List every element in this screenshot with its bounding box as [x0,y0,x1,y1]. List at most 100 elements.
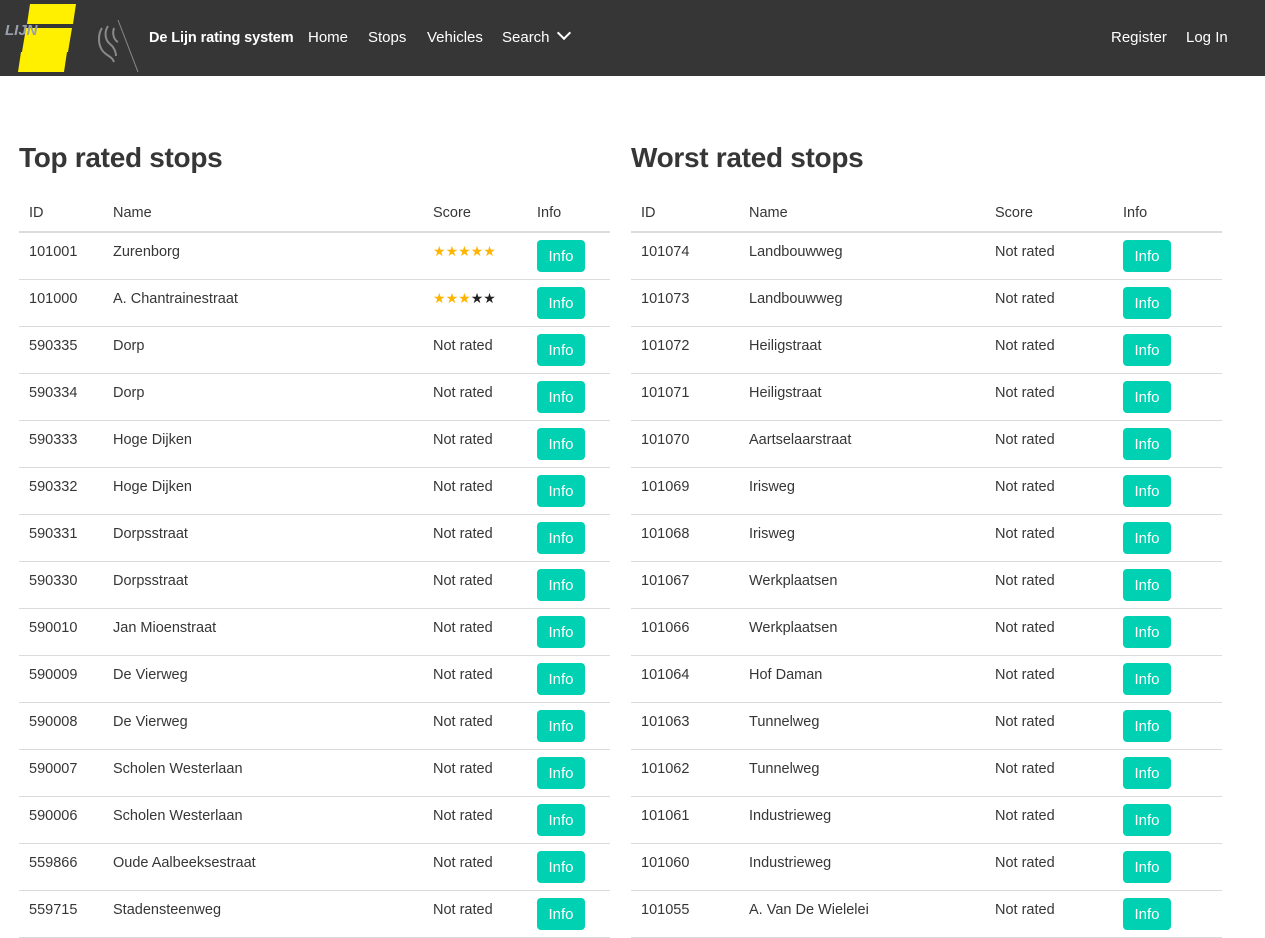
info-button[interactable]: Info [537,428,585,460]
info-button[interactable]: Info [1123,428,1171,460]
stop-name-cell: Irisweg [739,514,985,562]
star-icon: ★ [458,243,471,259]
stop-score: Not rated [995,808,1055,824]
table-row: 590334 Dorp Not rated Info [19,373,610,421]
stop-score-cell: Not rated [423,702,527,750]
de-lijn-logo[interactable]: LIJN [0,0,80,76]
stop-id: 101060 [641,855,690,871]
stop-score-cell: Not rated [423,420,527,468]
info-button[interactable]: Info [1123,616,1171,648]
stop-name: Oude Aalbeeksestraat [113,855,256,871]
stop-score: Not rated [995,432,1055,448]
info-button[interactable]: Info [1123,757,1171,789]
stop-score: Not rated [433,385,493,401]
info-button[interactable]: Info [1123,804,1171,836]
info-button[interactable]: Info [1123,475,1171,507]
nav-search-dropdown[interactable]: Search [502,25,571,49]
info-button[interactable]: Info [537,663,585,695]
info-button[interactable]: Info [537,757,585,789]
info-button[interactable]: Info [1123,381,1171,413]
info-button[interactable]: Info [1123,710,1171,742]
table-row: 101000 A. Chantrainestraat ★★★★★ Info [19,279,610,327]
stop-id-cell: 590009 [19,655,103,703]
info-button[interactable]: Info [537,240,585,272]
stop-score-cell: Not rated [985,749,1113,797]
stop-id: 590333 [29,432,78,448]
info-button[interactable]: Info [537,334,585,366]
info-button[interactable]: Info [537,804,585,836]
info-button[interactable]: Info [1123,663,1171,695]
info-button[interactable]: Info [537,898,585,930]
stop-info-cell: Info [1113,467,1222,515]
stop-score-cell: ★★★★★ [423,279,527,327]
stop-name: Irisweg [749,479,795,495]
stop-info-cell: Info [527,702,610,750]
stop-info-cell: Info [1113,796,1222,844]
info-button[interactable]: Info [537,381,585,413]
info-button[interactable]: Info [1123,851,1171,883]
table-row: 559715 Stadensteenweg Not rated Info [19,890,610,938]
top-rated-panel: Top rated stops ID Name Score Info 10100… [19,140,610,938]
stop-id-cell: 101066 [631,608,739,656]
info-button[interactable]: Info [1123,522,1171,554]
nav-login[interactable]: Log In [1186,27,1228,49]
stop-score: Not rated [433,761,493,777]
stop-id-cell: 101067 [631,561,739,609]
stop-info-cell: Info [527,608,610,656]
stop-score: Not rated [995,526,1055,542]
info-button[interactable]: Info [1123,287,1171,319]
nav-stops[interactable]: Stops [368,27,406,49]
nav-home[interactable]: Home [308,27,348,49]
worst-rated-panel: Worst rated stops ID Name Score Info 101… [631,140,1222,938]
info-button[interactable]: Info [1123,334,1171,366]
stop-id-cell: 590006 [19,796,103,844]
table-row: 101064 Hof Daman Not rated Info [631,655,1222,703]
info-button[interactable]: Info [1123,240,1171,272]
stop-score: Not rated [995,667,1055,683]
stop-name-cell: A. Chantrainestraat [103,279,423,327]
star-icon: ★ [445,290,459,306]
stop-score-cell: Not rated [985,796,1113,844]
stop-name-cell: Zurenborg [103,232,423,280]
stop-score-cell: Not rated [985,843,1113,891]
nav-register[interactable]: Register [1111,27,1167,49]
stop-score-cell: Not rated [985,561,1113,609]
stop-name-cell: Hof Daman [739,655,985,703]
info-button[interactable]: Info [537,616,585,648]
stop-name-cell: Tunnelweg [739,749,985,797]
stop-id: 101063 [641,714,690,730]
info-button[interactable]: Info [537,475,585,507]
stop-name-cell: Hoge Dijken [103,420,423,468]
info-button[interactable]: Info [537,522,585,554]
stop-info-cell: Info [1113,420,1222,468]
stop-id-cell: 559866 [19,843,103,891]
stop-id: 590006 [29,808,78,824]
brand-link[interactable]: De Lijn rating system [149,27,294,49]
nav-vehicles[interactable]: Vehicles [427,27,483,49]
info-button[interactable]: Info [537,287,585,319]
star-icon: ★ [483,290,496,306]
stop-score-cell: Not rated [985,702,1113,750]
info-button[interactable]: Info [1123,569,1171,601]
stop-score: Not rated [995,761,1055,777]
stop-id: 590009 [29,667,78,683]
stop-id: 101070 [641,432,690,448]
stop-score-cell: Not rated [985,373,1113,421]
stop-name-cell: Werkplaatsen [739,561,985,609]
stop-id-cell: 101055 [631,890,739,938]
info-button[interactable]: Info [537,710,585,742]
stop-id: 559866 [29,855,78,871]
stop-name-cell: Oude Aalbeeksestraat [103,843,423,891]
stop-id: 101062 [641,761,690,777]
stop-id: 590007 [29,761,78,777]
stop-id-cell: 590008 [19,702,103,750]
info-button[interactable]: Info [537,569,585,601]
worst-rated-table: ID Name Score Info 101074 Landbouwweg Not … [631,199,1222,938]
info-button[interactable]: Info [1123,898,1171,930]
stop-name: Dorpsstraat [113,573,188,589]
stop-name-cell: Irisweg [739,467,985,515]
stop-name-cell: A. Van De Wielelei [739,890,985,938]
stop-name-cell: Landbouwweg [739,232,985,280]
stop-score-cell: Not rated [423,843,527,891]
info-button[interactable]: Info [537,851,585,883]
